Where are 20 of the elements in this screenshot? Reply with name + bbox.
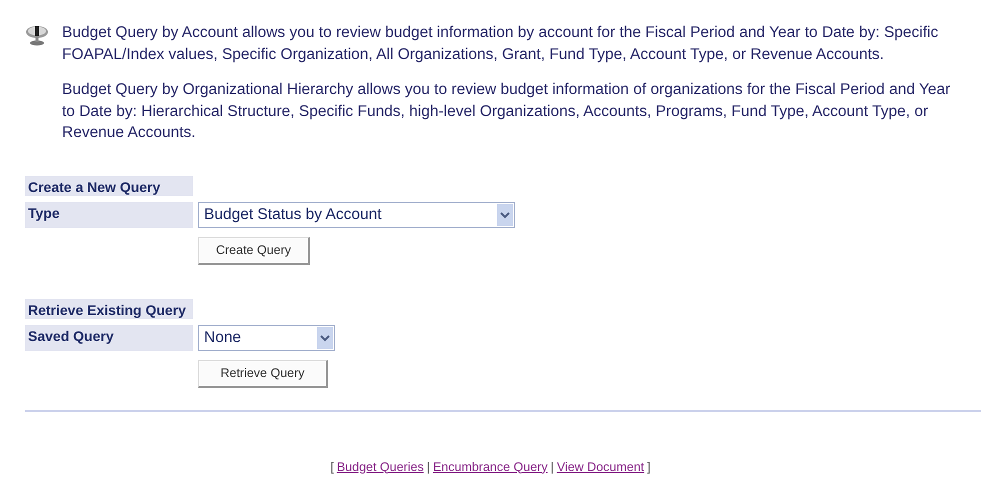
description-text: Budget Query by Account allows you to review budget information by account for the Fiscal Period and Year to Date by: Specific FOAPAL/Index values, Specific Organization, All Organizations, Grant, Fund Type, Account Type, or Revenue Accounts. xyxy=(62,23,940,64)
separator-text: | xyxy=(426,460,430,474)
dropdown-field[interactable]: None xyxy=(198,324,335,350)
dropdown-field[interactable]: Budget Status by Account xyxy=(198,202,515,228)
section-heading: Retrieve Existing Query xyxy=(25,298,193,318)
chevron-down-icon xyxy=(317,326,333,348)
field-label: Saved Query xyxy=(25,324,193,350)
field-label: Type xyxy=(25,202,193,228)
info-icon xyxy=(25,24,49,46)
footer-link[interactable]: Encumbrance Query xyxy=(432,460,548,474)
query-button[interactable]: Create Query xyxy=(198,236,310,264)
bracket-text: ] xyxy=(647,460,651,474)
footer-link[interactable]: View Document xyxy=(556,460,644,474)
separator-text: | xyxy=(550,460,554,474)
footer-link[interactable]: Budget Queries xyxy=(336,460,424,474)
query-button[interactable]: Retrieve Query xyxy=(198,360,328,388)
description-text: Budget Query by Organizational Hierarchy allows you to review budget information of organizations for the Fiscal Period and Year to Date by: Hierarchical Structure, Specific Funds, high-level Organizations, Accounts, Programs, Fund Type, Account Type, or Revenue Accounts. xyxy=(62,80,952,143)
section-heading: Create a New Query xyxy=(25,176,193,196)
chevron-down-icon xyxy=(497,204,513,226)
bracket-text: [ xyxy=(330,460,334,474)
